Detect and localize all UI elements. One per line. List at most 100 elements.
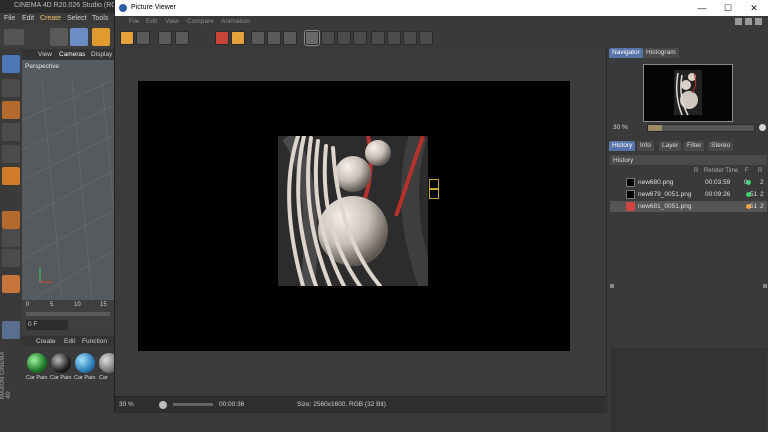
play-icon[interactable]	[159, 401, 167, 409]
channel-r-icon[interactable]	[321, 31, 335, 45]
c4d-menu-tools[interactable]: Tools	[92, 15, 108, 22]
column-header[interactable]: R	[758, 168, 762, 174]
navigator-zoom-value[interactable]: 30 %	[613, 124, 628, 131]
texture-mode-icon[interactable]	[2, 101, 20, 119]
solo-icon[interactable]	[2, 249, 20, 267]
axis-icon[interactable]	[2, 211, 20, 229]
material-menu-function[interactable]: Function	[82, 338, 107, 345]
edges-mode-icon[interactable]	[2, 145, 20, 163]
compare-icon[interactable]	[267, 31, 281, 45]
minimize-button[interactable]: —	[693, 2, 711, 14]
tab-info[interactable]: Info	[637, 141, 654, 151]
column-header[interactable]: R	[694, 168, 698, 174]
channel-b-icon[interactable]	[353, 31, 367, 45]
navigator-zoom-slider[interactable]	[647, 124, 755, 132]
material-swatch[interactable]	[75, 353, 95, 373]
history-thumb	[626, 178, 635, 187]
history-scrollbar[interactable]	[610, 284, 767, 289]
tab-history[interactable]: History	[609, 141, 636, 151]
c4d-timeline[interactable]: 0 5 10 15 0 F	[22, 300, 114, 335]
tab-filter[interactable]: Filter	[684, 141, 705, 151]
viewport-menu-display[interactable]: Display	[91, 51, 112, 58]
crop-icon[interactable]	[158, 31, 172, 45]
menu-compare[interactable]: Compare	[187, 18, 214, 25]
history-render-time: 00:03:59	[705, 179, 731, 186]
channel-g-icon[interactable]	[337, 31, 351, 45]
playback-slider[interactable]	[173, 403, 213, 406]
history-details-panel	[610, 348, 767, 432]
picture-viewer-title-bar[interactable]: Picture Viewer — ☐ ✕	[115, 0, 768, 16]
tweak-icon[interactable]	[2, 229, 20, 247]
polygons-mode-icon[interactable]	[2, 167, 20, 185]
history-row[interactable]: new679_0051.png 00:09:26 51 2	[610, 189, 767, 200]
magnet-icon[interactable]	[2, 275, 20, 293]
channel-rgb-icon[interactable]	[304, 30, 320, 46]
panel-layout-icon[interactable]	[745, 18, 752, 25]
undo-icon[interactable]	[4, 29, 24, 45]
menu-view[interactable]: View	[165, 18, 179, 25]
tab-stereo[interactable]: Stereo	[708, 141, 734, 151]
frame-field[interactable]: 0 F	[26, 320, 68, 330]
scale-icon[interactable]	[92, 28, 110, 46]
viewport-menu-cameras[interactable]: Cameras	[59, 51, 85, 58]
region-marker[interactable]	[429, 189, 439, 199]
history-filename: new681_0051.png	[638, 203, 692, 210]
show-ab-icon[interactable]	[283, 31, 297, 45]
panel-layout-icon[interactable]	[735, 18, 742, 25]
panel-layout-icon[interactable]	[755, 18, 762, 25]
stop-render-icon[interactable]	[215, 31, 229, 45]
menu-animation[interactable]: Animation	[221, 18, 250, 25]
navigator-thumbnail[interactable]	[643, 64, 733, 122]
image-frame	[138, 81, 570, 351]
image-canvas[interactable]	[115, 48, 605, 396]
menu-file[interactable]: File	[129, 18, 139, 25]
select-icon[interactable]	[50, 28, 68, 46]
model-mode-icon[interactable]	[2, 55, 20, 73]
tab-histogram[interactable]: Histogram	[643, 48, 679, 58]
scroll-right-icon[interactable]	[763, 284, 767, 288]
viewer-toolbar	[115, 28, 768, 49]
scroll-left-icon[interactable]	[610, 284, 614, 288]
history-header: History	[610, 155, 767, 165]
window-title: Picture Viewer	[131, 4, 177, 11]
move-icon[interactable]	[70, 28, 88, 46]
c4d-menu-select[interactable]: Select	[67, 15, 86, 22]
c4d-viewport[interactable]: Perspective	[22, 60, 114, 300]
history-label: History	[613, 157, 634, 164]
cube-mode-icon[interactable]	[2, 79, 20, 97]
c4d-menu-file[interactable]: File	[4, 15, 15, 22]
lut-icon[interactable]	[403, 31, 417, 45]
column-header[interactable]: F	[745, 168, 749, 174]
fullscreen-icon[interactable]	[419, 31, 433, 45]
snapshot-icon[interactable]	[251, 31, 265, 45]
material-swatch[interactable]	[51, 353, 71, 373]
render-scene	[278, 136, 428, 286]
material-label: Car	[99, 375, 108, 381]
maximize-button[interactable]: ☐	[719, 2, 737, 14]
history-row[interactable]: new681_0051.png 51 2	[610, 201, 767, 212]
viewport-menu-view[interactable]: View	[38, 51, 52, 58]
open-icon[interactable]	[120, 31, 134, 45]
render-region-icon[interactable]	[231, 31, 245, 45]
points-mode-icon[interactable]	[2, 123, 20, 141]
grid-icon[interactable]	[2, 321, 20, 339]
history-row[interactable]: new680.png 00:03:59 0 2	[610, 177, 767, 188]
timeline-track[interactable]	[26, 312, 110, 316]
filter-icon[interactable]	[371, 31, 385, 45]
c4d-menu-edit[interactable]: Edit	[22, 15, 34, 22]
render-icon[interactable]	[175, 31, 189, 45]
material-swatch[interactable]	[27, 353, 47, 373]
tab-navigator[interactable]: Navigator	[609, 48, 643, 58]
material-menu-edit[interactable]: Edit	[64, 338, 75, 345]
c4d-menu-create[interactable]: Create	[40, 15, 61, 22]
stereo-icon[interactable]	[387, 31, 401, 45]
zoom-end-icon[interactable]	[759, 124, 766, 131]
close-button[interactable]: ✕	[745, 2, 763, 14]
region-marker[interactable]	[429, 179, 439, 189]
save-icon[interactable]	[136, 31, 150, 45]
menu-edit[interactable]: Edit	[146, 18, 157, 25]
tab-layer[interactable]: Layer	[659, 141, 682, 151]
status-zoom[interactable]: 30 %	[119, 401, 134, 408]
material-menu-create[interactable]: Create	[36, 338, 56, 345]
column-header[interactable]: Render Time	[704, 168, 738, 174]
